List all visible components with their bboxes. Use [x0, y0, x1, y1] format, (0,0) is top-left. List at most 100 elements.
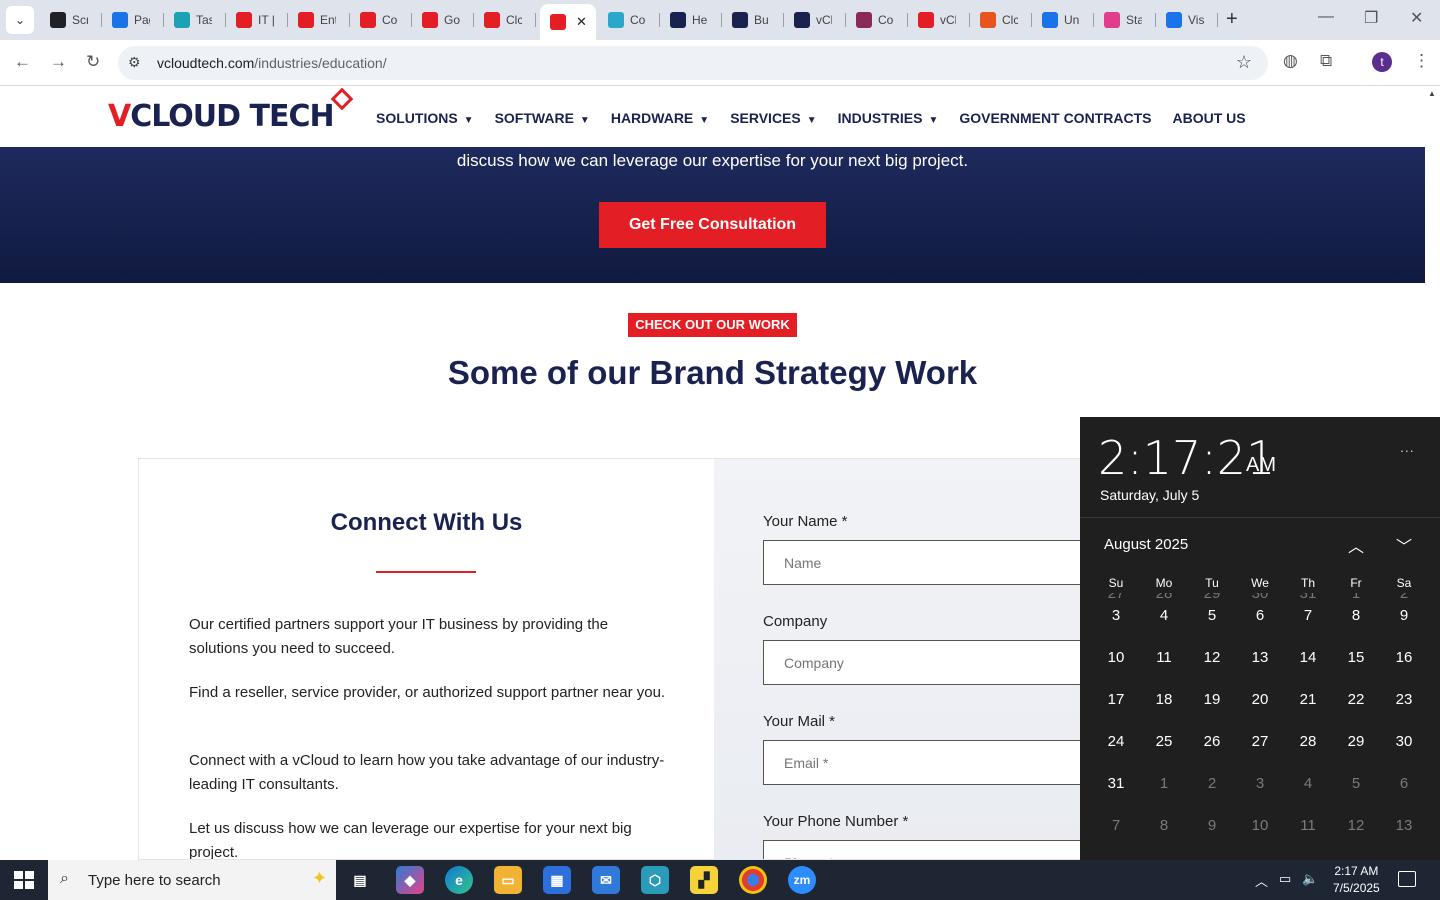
back-button[interactable]: ←: [14, 52, 31, 72]
browser-tab[interactable]: Scr: [40, 6, 102, 34]
taskbar-search-box[interactable]: ⌕ Type here to search ✦: [48, 860, 336, 900]
nav-item-hardware[interactable]: HARDWARE ▼: [611, 110, 709, 126]
browser-tab[interactable]: Co: [846, 6, 908, 34]
extensions-icon[interactable]: ⧉: [1320, 51, 1332, 71]
browser-tab[interactable]: Sta: [1094, 6, 1156, 34]
browser-tab[interactable]: Vis: [1156, 6, 1218, 34]
calendar-day[interactable]: 7: [1284, 595, 1332, 637]
calendar-day[interactable]: 12: [1332, 805, 1380, 847]
calendar-day[interactable]: 5: [1332, 763, 1380, 805]
get-free-consultation-button[interactable]: Get Free Consultation: [599, 202, 826, 248]
calendar-day[interactable]: 23: [1380, 679, 1428, 721]
mail-icon[interactable]: ✉: [592, 866, 620, 894]
calendar-day[interactable]: 4: [1140, 595, 1188, 637]
calendar-day[interactable]: 28: [1284, 721, 1332, 763]
sticky-notes-icon[interactable]: ▞: [690, 866, 718, 894]
chrome-icon[interactable]: [739, 866, 767, 894]
browser-tab[interactable]: Pag: [102, 6, 164, 34]
calendar-day[interactable]: 15: [1332, 637, 1380, 679]
globe-icon[interactable]: ◍: [1283, 51, 1298, 71]
show-hidden-icons[interactable]: ︿: [1255, 871, 1268, 890]
address-bar[interactable]: ⚙ vcloudtech.com/industries/education/ ☆: [118, 46, 1268, 80]
calendar-day[interactable]: 9: [1188, 805, 1236, 847]
nav-item-solutions[interactable]: SOLUTIONS ▼: [376, 110, 474, 126]
minimize-button[interactable]: —: [1318, 8, 1334, 26]
app-icon[interactable]: ⬡: [641, 866, 669, 894]
calendar-day[interactable]: 1: [1140, 763, 1188, 805]
calendar-day[interactable]: 8: [1140, 805, 1188, 847]
taskbar-clock[interactable]: 2:17 AM 7/5/2025: [1333, 863, 1380, 897]
zoom-icon[interactable]: zm: [788, 866, 816, 894]
start-button[interactable]: [14, 871, 34, 889]
edge-icon[interactable]: e: [445, 866, 473, 894]
browser-menu-icon[interactable]: ⋮: [1413, 51, 1430, 71]
calendar-day[interactable]: 31: [1092, 763, 1140, 805]
calendar-day[interactable]: 8: [1332, 595, 1380, 637]
calendar-day[interactable]: 17: [1092, 679, 1140, 721]
browser-tab[interactable]: Clc: [970, 6, 1032, 34]
calendar-day[interactable]: 10: [1236, 805, 1284, 847]
browser-tab[interactable]: ✕: [540, 4, 596, 40]
browser-tab[interactable]: Co: [350, 6, 412, 34]
nav-item-government-contracts[interactable]: GOVERNMENT CONTRACTS: [959, 110, 1151, 126]
calendar-day[interactable]: 10: [1092, 637, 1140, 679]
calendar-day[interactable]: 4: [1284, 763, 1332, 805]
calendar-day[interactable]: 16: [1380, 637, 1428, 679]
vcloud-logo[interactable]: VCLOUD TECH: [108, 87, 354, 134]
bookmark-star-icon[interactable]: ☆: [1236, 52, 1252, 73]
calendar-day[interactable]: 22: [1332, 679, 1380, 721]
notification-center-icon[interactable]: [1398, 871, 1416, 887]
store-icon[interactable]: ▦: [543, 866, 571, 894]
calendar-day[interactable]: 13: [1236, 637, 1284, 679]
browser-tab[interactable]: IT |: [226, 6, 288, 34]
nav-item-about-us[interactable]: ABOUT US: [1172, 110, 1245, 126]
calendar-day[interactable]: 30: [1380, 721, 1428, 763]
browser-tab[interactable]: Go: [412, 6, 474, 34]
calendar-day[interactable]: 14: [1284, 637, 1332, 679]
new-tab-button[interactable]: +: [1226, 8, 1238, 31]
calendar-day[interactable]: 29: [1332, 721, 1380, 763]
close-window-button[interactable]: ✕: [1410, 8, 1423, 28]
more-options-icon[interactable]: ...: [1400, 439, 1415, 455]
scroll-up-icon[interactable]: ▲: [1428, 89, 1436, 98]
calendar-day[interactable]: 21: [1284, 679, 1332, 721]
file-explorer-icon[interactable]: ▭: [494, 866, 522, 894]
restore-button[interactable]: ❐: [1364, 8, 1378, 28]
site-info-icon[interactable]: ⚙: [128, 54, 141, 71]
browser-tab[interactable]: Bu: [722, 6, 784, 34]
calendar-day[interactable]: 5: [1188, 595, 1236, 637]
nav-item-services[interactable]: SERVICES ▼: [730, 110, 816, 126]
tab-search-button[interactable]: ⌄: [6, 6, 34, 34]
forward-button[interactable]: →: [50, 52, 67, 72]
browser-tab[interactable]: Tas: [164, 6, 226, 34]
calendar-day[interactable]: 13: [1380, 805, 1428, 847]
browser-tab[interactable]: vCl: [908, 6, 970, 34]
reload-button[interactable]: ↻: [86, 52, 100, 72]
copilot-icon[interactable]: ◆: [396, 866, 424, 894]
network-icon[interactable]: ▭: [1279, 871, 1291, 887]
calendar-day[interactable]: 27: [1236, 721, 1284, 763]
calendar-day[interactable]: 18: [1140, 679, 1188, 721]
calendar-day[interactable]: 3: [1236, 763, 1284, 805]
previous-month-icon[interactable]: ︿: [1348, 533, 1364, 557]
calendar-day[interactable]: 24: [1092, 721, 1140, 763]
browser-tab[interactable]: He: [660, 6, 722, 34]
calendar-day[interactable]: 20: [1236, 679, 1284, 721]
calendar-day[interactable]: 11: [1284, 805, 1332, 847]
calendar-day[interactable]: 9: [1380, 595, 1428, 637]
calendar-day[interactable]: 26: [1188, 721, 1236, 763]
calendar-day[interactable]: 6: [1236, 595, 1284, 637]
calendar-day[interactable]: 6: [1380, 763, 1428, 805]
browser-tab[interactable]: vCl: [784, 6, 846, 34]
calendar-day[interactable]: 25: [1140, 721, 1188, 763]
profile-avatar[interactable]: t: [1372, 52, 1392, 72]
calendar-month[interactable]: August 2025: [1104, 536, 1188, 553]
calendar-day[interactable]: 7: [1092, 805, 1140, 847]
task-view-icon[interactable]: ▤: [346, 866, 374, 894]
calendar-day[interactable]: 11: [1140, 637, 1188, 679]
browser-tab[interactable]: Co: [598, 6, 660, 34]
browser-tab[interactable]: Clc: [474, 6, 536, 34]
flyout-date[interactable]: Saturday, July 5: [1100, 487, 1199, 503]
calendar-day[interactable]: 2: [1188, 763, 1236, 805]
calendar-day[interactable]: 12: [1188, 637, 1236, 679]
